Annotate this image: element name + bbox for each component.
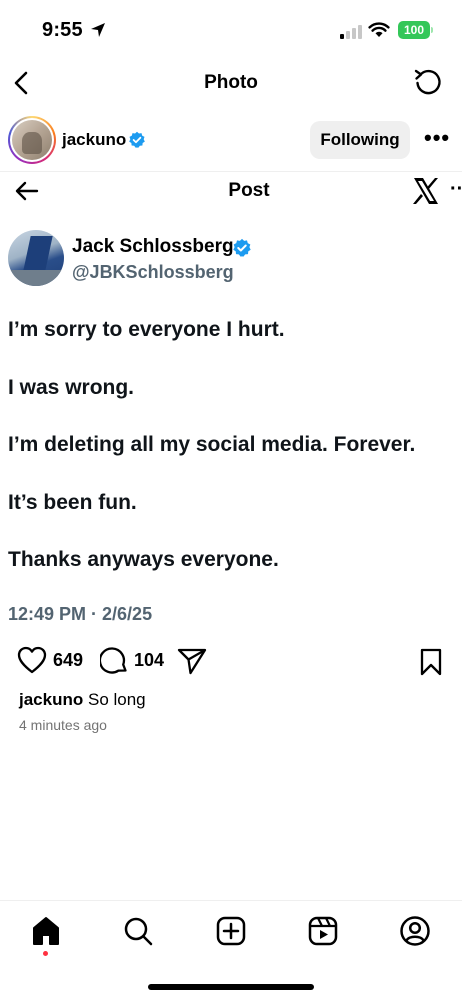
tweet-timestamp: 12:49 PM · 2/6/25 xyxy=(8,604,153,624)
like-button[interactable]: 649 xyxy=(17,646,83,674)
search-icon[interactable] xyxy=(122,915,154,947)
tweet-text-line: I’m sorry to everyone I hurt. xyxy=(8,318,285,341)
nav-header: Photo xyxy=(0,60,462,106)
reels-icon[interactable] xyxy=(307,915,339,947)
comment-icon xyxy=(100,647,127,674)
battery-tip xyxy=(431,27,433,33)
post-card-header: Post ·· xyxy=(0,172,462,212)
tweet-text-line: I was wrong. xyxy=(8,376,135,399)
create-post-icon[interactable] xyxy=(215,915,247,947)
profile-icon[interactable] xyxy=(399,915,431,947)
author-avatar[interactable] xyxy=(8,116,56,164)
location-arrow-icon xyxy=(91,23,105,37)
verified-badge-icon xyxy=(129,131,145,148)
comment-count: 104 xyxy=(134,649,165,670)
caption-username[interactable]: jackuno xyxy=(19,690,83,709)
wifi-icon xyxy=(368,22,390,37)
home-icon[interactable] xyxy=(30,915,62,947)
comment-button[interactable]: 104 xyxy=(100,646,164,674)
avatar-photo xyxy=(12,120,52,160)
share-send-icon[interactable] xyxy=(177,647,207,675)
refresh-icon[interactable] xyxy=(412,66,444,98)
status-bar: 9:55 100 xyxy=(0,0,462,60)
caption-text: So long xyxy=(87,690,146,709)
tweet-display-name: Jack Schlossberg xyxy=(72,236,234,257)
tweet-verified-badge-icon xyxy=(233,238,251,257)
battery-indicator: 100 xyxy=(398,21,430,39)
author-username[interactable]: jackuno xyxy=(62,130,126,150)
post-card-more-icon: ·· xyxy=(450,178,462,200)
home-indicator xyxy=(148,984,314,990)
tweet-author-avatar xyxy=(8,230,64,286)
battery-level: 100 xyxy=(403,23,425,37)
author-row: jackuno Following ••• xyxy=(0,110,462,172)
tweet-text-line: I’m deleting all my social media. Foreve… xyxy=(8,433,416,456)
notification-dot xyxy=(43,951,48,956)
post-time-ago: 4 minutes ago xyxy=(19,717,107,733)
tweet-handle: @JBKSchlossberg xyxy=(72,262,234,282)
more-options-icon[interactable]: ••• xyxy=(424,127,450,149)
post-actions: 649 104 xyxy=(0,646,462,680)
tweet-text-line: Thanks anyways everyone. xyxy=(8,548,279,571)
cellular-signal-icon xyxy=(340,25,362,39)
tweet-text-line: It’s been fun. xyxy=(8,491,137,514)
like-count: 649 xyxy=(53,649,84,670)
status-time: 9:55 xyxy=(42,19,83,41)
bookmark-icon[interactable] xyxy=(419,648,443,676)
post-caption: jackuno So long xyxy=(19,690,146,710)
following-button[interactable]: Following xyxy=(310,121,410,159)
post-card-title: Post xyxy=(228,180,270,201)
page-title: Photo xyxy=(204,72,258,93)
x-logo-icon xyxy=(413,178,438,204)
heart-icon xyxy=(17,646,47,674)
